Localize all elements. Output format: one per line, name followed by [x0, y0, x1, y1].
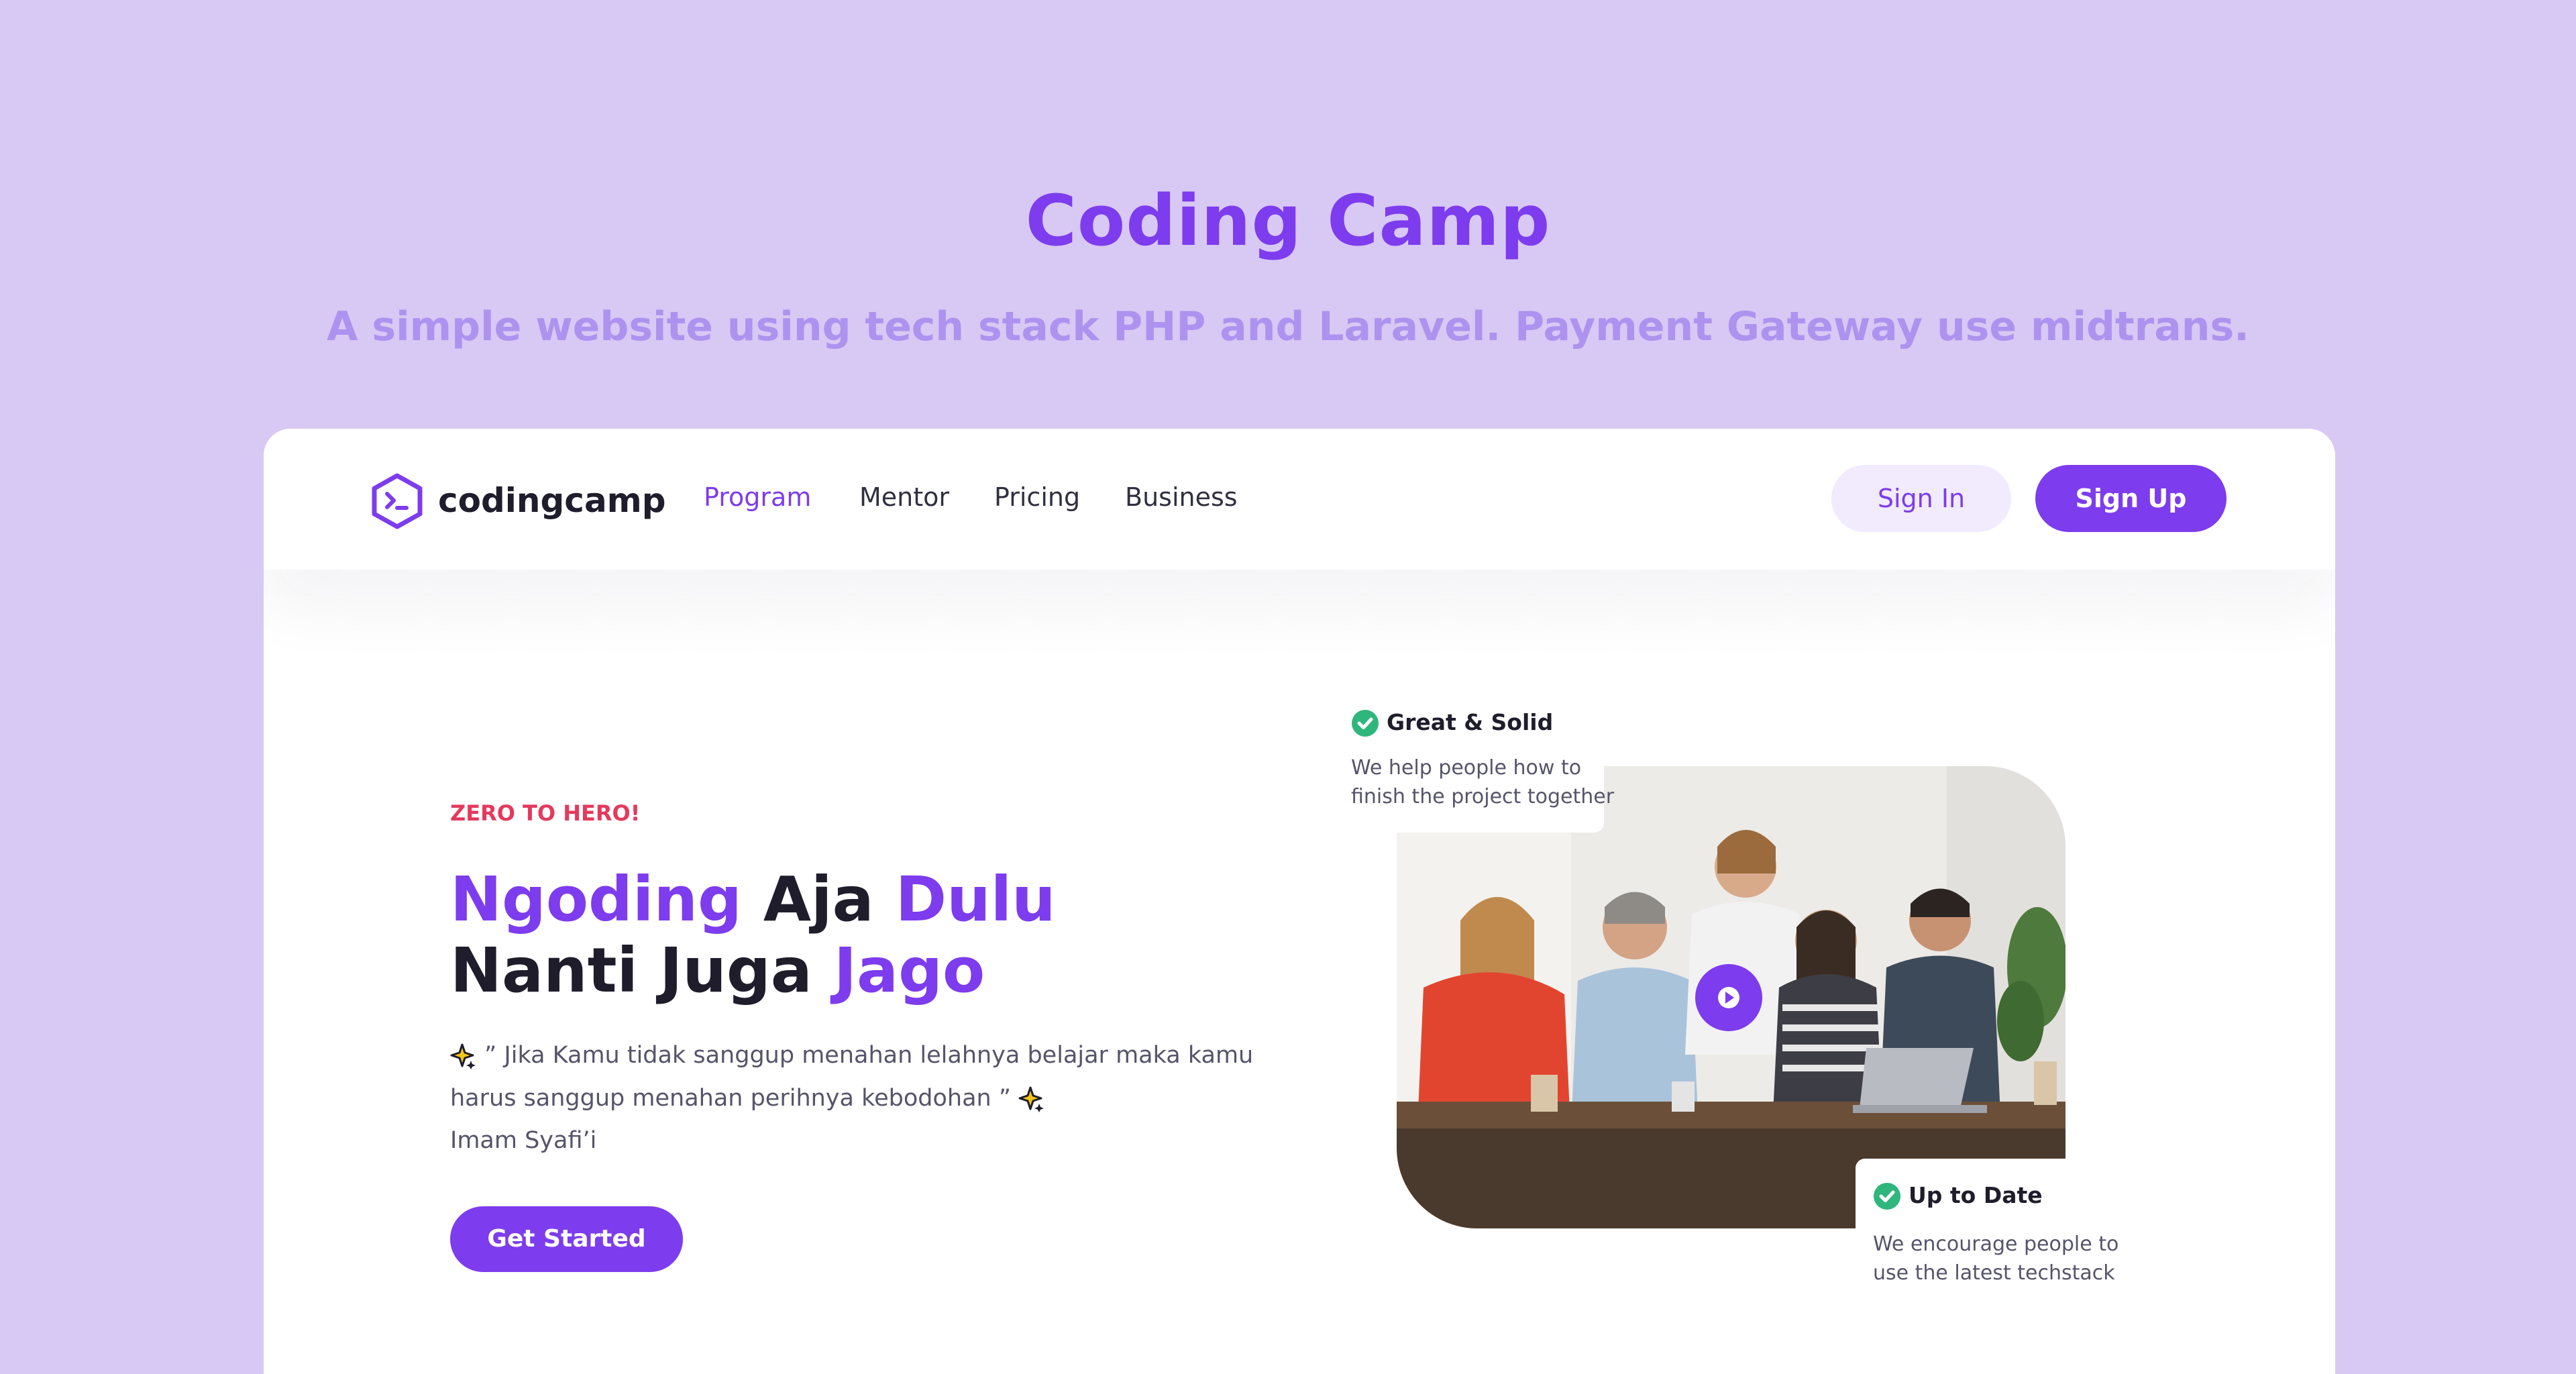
nav-link-program[interactable]: Program [704, 482, 811, 512]
info-card-text-line-1: We help people how to [1351, 756, 1582, 780]
info-card-title: Great & Solid [1387, 709, 1554, 735]
terminal-hexagon-icon[interactable] [371, 473, 423, 529]
play-button[interactable] [1695, 964, 1762, 1031]
headline-word-ngoding: Ngoding [450, 863, 742, 935]
sparkle-icon [1018, 1086, 1044, 1112]
get-started-button[interactable]: Get Started [450, 1206, 683, 1272]
headline-word-jago: Jago [833, 935, 985, 1006]
sparkle-icon [450, 1043, 476, 1069]
play-icon [1718, 987, 1739, 1008]
nav-link-pricing[interactable]: Pricing [994, 482, 1080, 512]
quote-text-2: harus sanggup menahan perihnya kebodohan… [450, 1085, 1011, 1112]
info-card-great-solid: Great & Solid We help people how to fini… [1340, 693, 1614, 833]
info-card-text-line-1: We encourage people to [1873, 1232, 2119, 1256]
headline-word-dulu: Dulu [895, 863, 1056, 935]
sign-in-button[interactable]: Sign In [1831, 465, 2011, 532]
page-title: Coding Camp [1025, 180, 1551, 262]
sign-up-button[interactable]: Sign Up [2035, 465, 2226, 532]
quote-line-1: ” Jika Kamu tidak sanggup menahan lelahn… [450, 1043, 1253, 1069]
check-circle-icon [1352, 710, 1379, 737]
website-preview: codingcamp Program Mentor Pricing Busine… [264, 429, 2335, 1374]
quote-line-2: harus sanggup menahan perihnya kebodohan… [450, 1086, 1045, 1112]
quote-author: Imam Syafi’i [450, 1127, 597, 1154]
info-card-text-line-2: use the latest techstack [1873, 1261, 2115, 1285]
headline-words-nanti-juga: Nanti Juga [450, 935, 812, 1006]
nav-link-business[interactable]: Business [1125, 482, 1238, 512]
hero-headline-line-2: Nanti Juga Jago [450, 940, 985, 1002]
headline-word-aja: Aja [763, 863, 874, 935]
info-card-up-to-date: Up to Date We encourage people to use th… [1856, 1159, 2124, 1312]
quote-text-1: ” Jika Kamu tidak sanggup menahan lelahn… [484, 1042, 1254, 1069]
logo-text[interactable]: codingcamp [438, 481, 666, 520]
check-circle-icon [1874, 1183, 1900, 1210]
hero-headline-line-1: Ngoding Aja Dulu [450, 869, 1056, 931]
info-card-text-line-2: finish the project together [1351, 785, 1615, 808]
hero-eyebrow: ZERO TO HERO! [450, 800, 641, 826]
page-subtitle: A simple website using tech stack PHP an… [327, 303, 2249, 350]
navbar: codingcamp Program Mentor Pricing Busine… [264, 429, 2335, 570]
info-card-title: Up to Date [1909, 1182, 2043, 1208]
nav-link-mentor[interactable]: Mentor [859, 482, 949, 512]
